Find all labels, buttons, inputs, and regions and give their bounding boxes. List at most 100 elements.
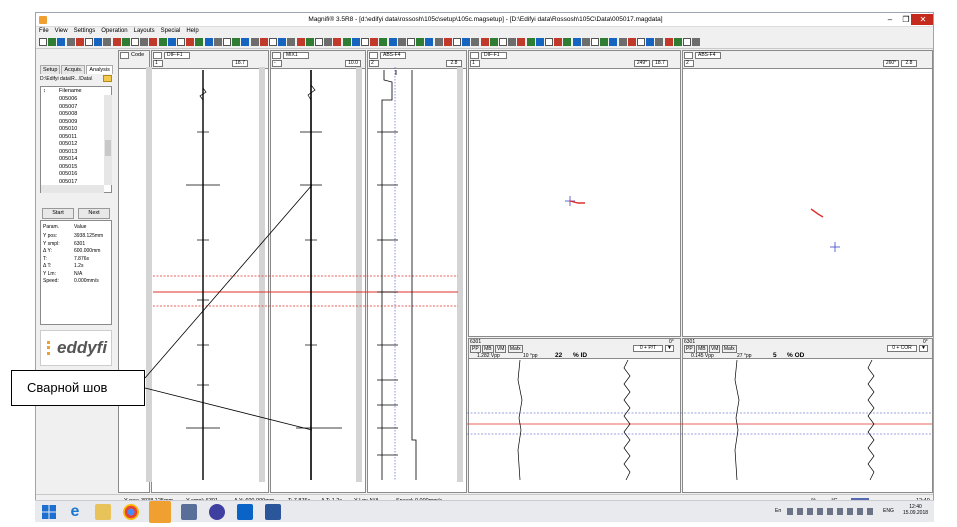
toolbar-tool-icon[interactable] — [673, 38, 682, 46]
channel-span[interactable]: 18.7 — [232, 60, 248, 67]
menu-layouts[interactable]: Layouts — [131, 27, 158, 36]
strip-chart-abs-f4[interactable]: ABS-F4 2 2.8 — [367, 50, 467, 493]
close-button[interactable]: ✕ — [911, 14, 933, 25]
file-list-item[interactable]: 005012 — [59, 141, 77, 149]
strip-chart-dif-f1[interactable]: DIF-F1 1 18.7 — [151, 50, 269, 493]
toolbar-tool-icon[interactable] — [572, 38, 581, 46]
file-list-item[interactable]: 005015 — [59, 164, 77, 172]
toolbar-tool-icon[interactable] — [351, 38, 360, 46]
measure-mode[interactable]: 0 + P/T — [633, 345, 663, 352]
word-icon[interactable] — [265, 504, 281, 520]
toolbar-tool-icon[interactable] — [407, 38, 415, 46]
file-explorer-icon[interactable] — [95, 504, 111, 520]
menu-operation[interactable]: Operation — [98, 27, 130, 36]
toolbar-tool-icon[interactable] — [305, 38, 314, 46]
file-list-item[interactable]: 005010 — [59, 126, 77, 134]
toolbar-tool-icon[interactable] — [618, 38, 627, 46]
tab-vm[interactable]: VM — [494, 345, 507, 353]
toolbar-tool-icon[interactable] — [259, 38, 268, 46]
toolbar-tool-icon[interactable] — [48, 38, 57, 46]
magnifi-taskbar-icon[interactable] — [149, 501, 171, 523]
tab-pp[interactable]: PP — [684, 345, 695, 353]
toolbar-tool-icon[interactable] — [692, 38, 701, 46]
channel-name[interactable]: ABS-F4 — [380, 52, 406, 59]
toolbar-tool-icon[interactable] — [489, 38, 498, 46]
toolbar-tool-icon[interactable] — [443, 38, 452, 46]
file-list-hscrollbar[interactable] — [41, 185, 104, 193]
chrome-icon[interactable] — [123, 504, 139, 520]
file-list-item[interactable]: 005014 — [59, 156, 77, 164]
start-button[interactable]: Start — [42, 208, 74, 219]
channel-name[interactable]: DIF-F1 — [481, 52, 507, 59]
toolbar-tool-icon[interactable] — [315, 38, 323, 46]
channel-span[interactable]: 2.8 — [901, 60, 917, 67]
toolbar-tool-icon[interactable] — [388, 38, 397, 46]
sort-icon[interactable]: ↕ — [43, 88, 46, 94]
file-list-item[interactable]: 005013 — [59, 149, 77, 157]
toolbar-tool-icon[interactable] — [167, 38, 176, 46]
tab-mafx[interactable]: Mafx — [721, 345, 737, 353]
channel-config-icon[interactable] — [153, 52, 162, 59]
toolbar-tool-icon[interactable] — [140, 38, 149, 46]
mode-dropdown-icon[interactable]: ▼ — [665, 345, 674, 352]
toolbar-tool-icon[interactable] — [517, 38, 526, 46]
channel-name[interactable]: MIX1 — [283, 52, 309, 59]
settings-icon[interactable] — [209, 504, 225, 520]
menu-view[interactable]: View — [52, 27, 71, 36]
toolbar-tool-icon[interactable] — [683, 38, 691, 46]
toolbar-tool-icon[interactable] — [121, 38, 130, 46]
next-button[interactable]: Next — [78, 208, 110, 219]
channel-angle[interactable]: 260° — [883, 60, 899, 67]
file-list-scrollbar[interactable] — [104, 95, 112, 185]
channel-span[interactable]: 18.7 — [652, 60, 668, 67]
toolbar-tool-icon[interactable] — [186, 38, 195, 46]
toolbar-tool-icon[interactable] — [241, 38, 250, 46]
toolbar-tool-icon[interactable] — [664, 38, 673, 46]
toolbar-tool-icon[interactable] — [609, 38, 618, 46]
tab-mb[interactable]: MB — [696, 345, 708, 353]
toolbar-tool-icon[interactable] — [66, 38, 75, 46]
toolbar-tool-icon[interactable] — [232, 38, 241, 46]
strip-chart-mix1[interactable]: MIX1 - 10.0 — [270, 50, 366, 493]
channel-number[interactable]: 1 — [470, 60, 480, 67]
channel-name[interactable]: DIF-F1 — [164, 52, 190, 59]
tray-icons[interactable] — [787, 508, 877, 515]
outlook-icon[interactable] — [237, 504, 253, 520]
toolbar-tool-icon[interactable] — [526, 38, 535, 46]
measure-panel-1[interactable]: 6301 0° PP MB VM Mafx 0 + P/T ▼ 1.282 Vp… — [468, 338, 681, 493]
keyboard-language[interactable]: ENG — [883, 508, 894, 514]
toolbar-tool-icon[interactable] — [581, 38, 590, 46]
toolbar-tool-icon[interactable] — [554, 38, 563, 46]
toolbar-tool-icon[interactable] — [149, 38, 158, 46]
minimize-button[interactable]: – — [882, 14, 898, 25]
toolbar-tool-icon[interactable] — [646, 38, 655, 46]
toolbar-tool-icon[interactable] — [204, 38, 213, 46]
toolbar-tool-icon[interactable] — [545, 38, 553, 46]
toolbar-tool-icon[interactable] — [563, 38, 572, 46]
toolbar-tool-icon[interactable] — [416, 38, 425, 46]
channel-name[interactable]: ABS-F4 — [695, 52, 721, 59]
toolbar-tool-icon[interactable] — [278, 38, 287, 46]
tab-vm[interactable]: VM — [708, 345, 721, 353]
toolbar-tool-icon[interactable] — [195, 38, 204, 46]
measure-mode[interactable]: 0 + COR — [887, 345, 917, 352]
toolbar-tool-icon[interactable] — [324, 38, 333, 46]
folder-icon[interactable] — [103, 75, 112, 82]
tab-mb[interactable]: MB — [482, 345, 494, 353]
toolbar-tool-icon[interactable] — [535, 38, 544, 46]
toolbar-tool-icon[interactable] — [39, 38, 47, 46]
toolbar-tool-icon[interactable] — [342, 38, 351, 46]
toolbar-tool-icon[interactable] — [361, 38, 369, 46]
toolbar-tool-icon[interactable] — [397, 38, 406, 46]
toolbar-tool-icon[interactable] — [131, 38, 139, 46]
calculator-icon[interactable] — [181, 504, 197, 520]
toolbar-tool-icon[interactable] — [94, 38, 103, 46]
file-list[interactable]: ↕ Filename 005006 005007 005008 005009 00501… — [40, 86, 112, 193]
file-list-item[interactable]: 005016 — [59, 171, 77, 179]
tab-setup[interactable]: Setup — [40, 65, 61, 74]
tab-pp[interactable]: PP — [470, 345, 481, 353]
code-config-icon[interactable] — [120, 52, 129, 59]
channel-span[interactable]: 2.8 — [446, 60, 462, 67]
channel-number[interactable]: 2 — [369, 60, 379, 67]
menu-settings[interactable]: Settings — [71, 27, 99, 36]
